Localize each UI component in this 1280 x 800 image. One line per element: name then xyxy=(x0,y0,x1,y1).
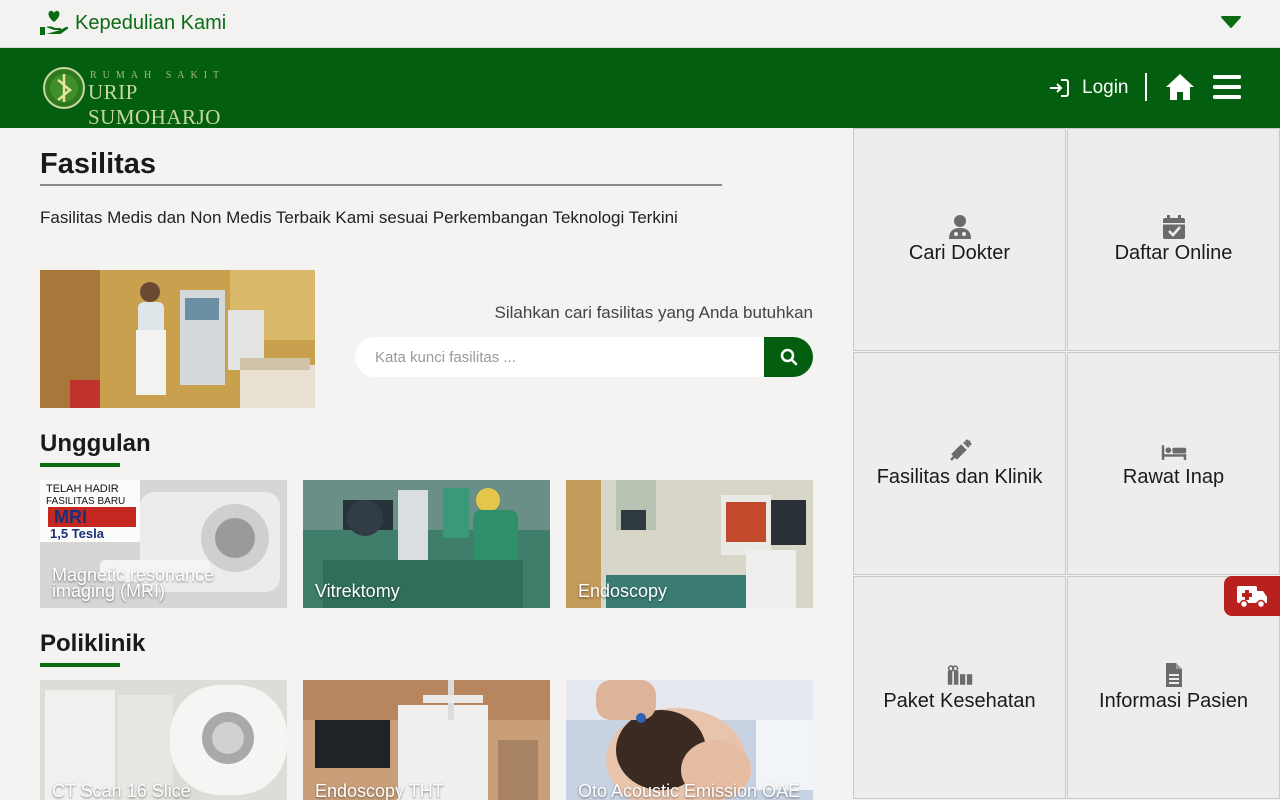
section-title-poliklinik: Poliklinik xyxy=(40,630,146,657)
bed-icon xyxy=(1161,445,1186,460)
clinic-card-endoscopy-tht[interactable]: Endoscopy THT xyxy=(303,680,550,800)
document-icon xyxy=(1165,663,1182,687)
title-divider xyxy=(40,184,722,186)
tile-label: Informasi Pasien xyxy=(1099,690,1248,712)
tile-cari-dokter[interactable]: Cari Dokter xyxy=(853,128,1066,351)
card-label: Vitrektomy xyxy=(315,581,400,601)
login-label: Login xyxy=(1082,77,1129,98)
card-label: Endoscopy THT xyxy=(315,781,444,800)
mri-banner-text-2: FASILITAS BARU xyxy=(46,496,125,507)
doctor-icon xyxy=(948,215,971,239)
main-navbar: RUMAH SAKIT URIP SUMOHARJO Login xyxy=(0,48,1280,129)
tile-label: Fasilitas dan Klinik xyxy=(876,466,1043,488)
page-title: Fasilitas xyxy=(40,148,157,180)
chevron-down-icon[interactable] xyxy=(1220,14,1242,30)
section-underline xyxy=(40,463,120,467)
login-button[interactable]: Login xyxy=(1048,76,1129,100)
login-icon xyxy=(1050,79,1069,97)
nav-divider xyxy=(1145,73,1147,101)
emergency-ambulance-button[interactable] xyxy=(1224,576,1280,616)
logo-title: URIP SUMOHARJO xyxy=(88,80,221,129)
hospital-emblem-icon xyxy=(43,67,85,109)
mri-banner-text-3: MRI xyxy=(54,507,87,527)
facility-card-vitrektomy[interactable]: Vitrektomy xyxy=(303,480,550,608)
card-label: CT Scan 16 Slice xyxy=(52,781,191,800)
home-icon[interactable] xyxy=(1165,73,1195,101)
card-label: Magnetic resonance imaging (MRI) xyxy=(52,565,215,601)
tile-label: Daftar Online xyxy=(1114,242,1233,264)
tile-paket-kesehatan[interactable]: Paket Kesehatan xyxy=(853,576,1066,799)
calendar-check-icon xyxy=(1162,215,1185,239)
tile-rawat-inap[interactable]: Rawat Inap xyxy=(1067,352,1280,575)
card-label: Endoscopy xyxy=(578,581,668,601)
search-icon xyxy=(780,348,797,366)
care-bar: Kepedulian Kami xyxy=(0,0,1280,48)
tile-fasilitas-klinik[interactable]: Fasilitas dan Klinik xyxy=(853,352,1066,575)
care-title: Kepedulian Kami xyxy=(75,12,227,34)
card-label: Oto Acoustic Emission OAE xyxy=(578,781,801,800)
search-prompt: Silahkan cari fasilitas yang Anda butuhk… xyxy=(494,303,813,322)
tile-daftar-online[interactable]: Daftar Online xyxy=(1067,128,1280,351)
hand-heart-icon xyxy=(40,10,68,35)
clinic-card-ct-scan[interactable]: CT Scan 16 Slice xyxy=(40,680,287,800)
ambulance-icon xyxy=(1237,586,1267,609)
page-subtitle: Fasilitas Medis dan Non Medis Terbaik Ka… xyxy=(40,208,678,227)
tile-label: Cari Dokter xyxy=(908,242,1011,264)
mri-banner-text-4: 1,5 Tesla xyxy=(50,526,105,541)
tile-label: Rawat Inap xyxy=(1122,466,1225,488)
hero-image xyxy=(40,270,315,408)
quick-access-tiles: Cari Dokter Daftar Online Fasilitas dan … xyxy=(853,128,1280,800)
mri-banner-text-1: TELAH HADIR xyxy=(46,483,119,495)
syringe-icon xyxy=(949,439,972,461)
facility-card-mri[interactable]: TELAH HADIR FASILITAS BARU MRI 1,5 Tesla… xyxy=(40,480,287,608)
hamburger-menu-icon[interactable] xyxy=(1213,74,1241,100)
gifts-icon xyxy=(947,665,972,685)
clinic-card-oae[interactable]: Oto Acoustic Emission OAE xyxy=(566,680,813,800)
section-underline xyxy=(40,663,120,667)
facility-card-endoscopy[interactable]: Endoscopy xyxy=(566,480,813,608)
facility-search-input[interactable] xyxy=(355,337,765,377)
hospital-logo[interactable]: RUMAH SAKIT URIP SUMOHARJO xyxy=(42,66,242,129)
tile-label: Paket Kesehatan xyxy=(883,690,1036,712)
search-button[interactable] xyxy=(764,337,813,377)
section-title-unggulan: Unggulan xyxy=(40,430,151,457)
